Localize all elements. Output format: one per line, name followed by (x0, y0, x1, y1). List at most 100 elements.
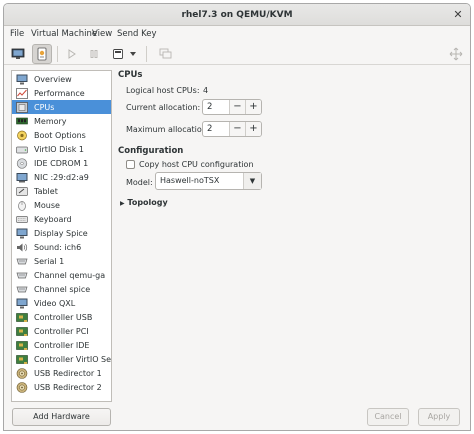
maximum-allocation-decrement-button[interactable]: − (229, 122, 245, 136)
sidebar-item-label: Channel qemu-ga (34, 270, 106, 280)
cpu-icon (16, 101, 28, 113)
chevron-down-icon[interactable]: ▼ (243, 173, 261, 189)
sidebar-item-usb-redirector-1[interactable]: USB Redirector 1 (12, 366, 111, 380)
close-icon[interactable]: ✕ (452, 9, 464, 21)
sidebar-item-label: VirtIO Disk 1 (34, 144, 84, 154)
sidebar-item-ide-cdrom-1[interactable]: IDE CDROM 1 (12, 156, 111, 170)
sidebar-item-label: NIC :29:d2:a9 (34, 172, 89, 182)
sidebar-item-controller-usb[interactable]: Controller USB (12, 310, 111, 324)
toolbar-separator (57, 46, 58, 62)
menu-file[interactable]: File (10, 29, 24, 39)
maximum-allocation-spinner: 2 − + (202, 121, 262, 137)
mouse-icon (18, 200, 26, 211)
model-value[interactable]: Haswell-noTSX (156, 173, 243, 189)
display-icon (16, 228, 28, 238)
sidebar-item-label: Display Spice (34, 228, 88, 238)
sidebar-item-overview[interactable]: Overview (12, 72, 111, 86)
sidebar-item-performance[interactable]: Performance (12, 86, 111, 100)
boot-icon (17, 130, 27, 140)
toolbar-separator (146, 46, 147, 62)
current-allocation-increment-button[interactable]: + (245, 100, 261, 114)
sidebar-item-serial-1[interactable]: Serial 1 (12, 254, 111, 268)
sidebar-item-sound[interactable]: Sound: ich6 (12, 240, 111, 254)
sidebar-item-label: Memory (34, 116, 67, 126)
sidebar-item-label: CPUs (34, 102, 55, 112)
memory-icon (16, 117, 28, 124)
sidebar-item-label: Tablet (34, 186, 58, 196)
copy-host-cpu-checkbox[interactable] (126, 160, 135, 169)
sidebar-item-label: Overview (34, 74, 72, 84)
sidebar-item-usb-redirector-2[interactable]: USB Redirector 2 (12, 380, 111, 394)
sidebar-item-nic[interactable]: NIC :29:d2:a9 (12, 170, 111, 184)
menu-virtual-machine[interactable]: Virtual Machine (31, 29, 97, 39)
cpu-details-panel: CPUs Logical host CPUs: 4 Current alloca… (116, 66, 470, 402)
sidebar-item-label: Boot Options (34, 130, 86, 140)
menu-send-key[interactable]: Send Key (117, 29, 157, 39)
sidebar-item-tablet[interactable]: Tablet (12, 184, 111, 198)
cpus-section-title: CPUs (118, 70, 143, 80)
current-allocation-label: Current allocation: (126, 103, 201, 112)
model-label: Model: (126, 178, 153, 187)
sidebar-item-virtio-disk-1[interactable]: VirtIO Disk 1 (12, 142, 111, 156)
sidebar-item-boot-options[interactable]: Boot Options (12, 128, 111, 142)
current-allocation-spinner: 2 − + (202, 99, 262, 115)
maximum-allocation-increment-button[interactable]: + (245, 122, 261, 136)
sidebar-item-label: Performance (34, 88, 85, 98)
console-icon[interactable] (8, 44, 28, 64)
sidebar-item-controller-pci[interactable]: Controller PCI (12, 324, 111, 338)
snapshot-icon[interactable] (156, 44, 176, 64)
model-combobox[interactable]: Haswell-noTSX ▼ (155, 172, 262, 190)
controller-icon (16, 340, 28, 350)
sidebar-item-label: Serial 1 (34, 256, 65, 266)
sidebar-item-label: Controller USB (34, 312, 93, 322)
window-title: rhel7.3 on QEMU/KVM (181, 10, 293, 20)
sidebar-item-label: Mouse (34, 200, 60, 210)
maximum-allocation-input[interactable]: 2 (203, 122, 229, 136)
logical-host-cpus-label: Logical host CPUs: (126, 86, 200, 95)
sidebar-item-video-qxl[interactable]: Video QXL (12, 296, 111, 310)
add-hardware-button[interactable]: Add Hardware (12, 408, 111, 426)
apply-button[interactable]: Apply (418, 408, 460, 426)
sidebar-item-label: Video QXL (34, 298, 76, 308)
cancel-button[interactable]: Cancel (367, 408, 409, 426)
channel-icon (16, 286, 28, 292)
monitor-icon (16, 74, 28, 84)
current-allocation-decrement-button[interactable]: − (229, 100, 245, 114)
sidebar-item-controller-virtio-serial[interactable]: Controller VirtIO Serial (12, 352, 111, 366)
sidebar-item-label: IDE CDROM 1 (34, 158, 89, 168)
shutdown-icon[interactable] (108, 44, 128, 64)
usb-redirector-icon (16, 367, 28, 379)
nic-icon (16, 172, 28, 182)
title-bar[interactable]: rhel7.3 on QEMU/KVM ✕ (4, 4, 470, 26)
sidebar-item-label: Keyboard (34, 214, 72, 224)
cdrom-icon (16, 157, 28, 169)
controller-icon (16, 312, 28, 322)
copy-host-cpu-label[interactable]: Copy host CPU configuration (139, 160, 254, 169)
configuration-section-title: Configuration (118, 146, 184, 156)
expander-arrow-icon: ▶ (120, 200, 125, 207)
sidebar-item-memory[interactable]: Memory (12, 114, 111, 128)
sidebar-item-channel-spice[interactable]: Channel spice (12, 282, 111, 296)
pause-icon[interactable] (84, 44, 104, 64)
video-icon (16, 298, 28, 308)
sidebar-item-controller-ide[interactable]: Controller IDE (12, 338, 111, 352)
menu-view[interactable]: View (92, 29, 112, 39)
sound-icon (17, 243, 28, 251)
controller-icon (16, 354, 28, 364)
sidebar-item-channel-qemu-ga[interactable]: Channel qemu-ga (12, 268, 111, 282)
keyboard-icon (16, 215, 28, 223)
serial-icon (16, 258, 28, 264)
run-icon[interactable] (62, 44, 82, 64)
sidebar-item-cpus[interactable]: CPUs (12, 100, 111, 114)
current-allocation-input[interactable]: 2 (203, 100, 229, 114)
sidebar-item-display-spice[interactable]: Display Spice (12, 226, 111, 240)
details-icon[interactable] (32, 44, 52, 64)
maximum-allocation-label: Maximum allocation: (126, 125, 210, 134)
sidebar-item-mouse[interactable]: Mouse (12, 198, 111, 212)
sidebar-item-label: USB Redirector 2 (34, 382, 102, 392)
sidebar-item-label: Channel spice (34, 284, 91, 294)
shutdown-menu-icon[interactable] (126, 44, 140, 64)
fullscreen-icon[interactable] (446, 44, 466, 64)
sidebar-item-keyboard[interactable]: Keyboard (12, 212, 111, 226)
topology-expander[interactable]: ▶ Topology (120, 198, 168, 207)
